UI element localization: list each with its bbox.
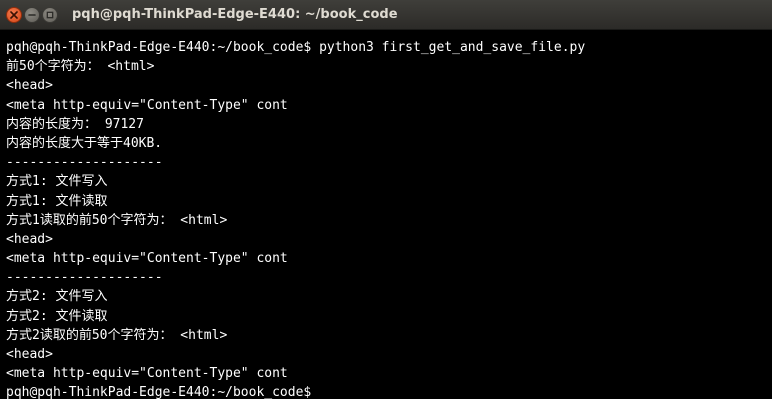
terminal-line: 方式2: 文件读取: [6, 308, 108, 324]
window-controls: [0, 6, 58, 23]
close-icon[interactable]: [6, 6, 22, 23]
window-title: pqh@pqh-ThinkPad-Edge-E440: ~/book_code: [72, 7, 398, 22]
terminal-line: <meta http-equiv="Content-Type" cont: [6, 251, 288, 267]
terminal-line: 方式1读取的前50个字符为： <html>: [6, 212, 228, 228]
terminal-line: 内容的长度为： 97127: [6, 116, 144, 132]
terminal-line: 方式1: 文件读取: [6, 193, 108, 209]
terminal-line: 前50个字符为： <html>: [6, 59, 155, 75]
terminal-line: <head>: [6, 231, 53, 247]
maximize-icon[interactable]: [42, 6, 58, 23]
terminal-line: 方式2读取的前50个字符为： <html>: [6, 327, 228, 343]
minimize-icon[interactable]: [24, 6, 40, 23]
terminal-line: pqh@pqh-ThinkPad-Edge-E440:~/book_code$ …: [6, 40, 586, 55]
terminal-line: 方式1: 文件写入: [6, 174, 108, 190]
terminal-line: pqh@pqh-ThinkPad-Edge-E440:~/book_code$: [6, 385, 312, 399]
terminal-output[interactable]: pqh@pqh-ThinkPad-Edge-E440:~/book_code$ …: [0, 30, 772, 399]
terminal-line: <head>: [6, 78, 53, 94]
terminal-line: <meta http-equiv="Content-Type" cont: [6, 366, 288, 382]
terminal-line: --------------------: [6, 270, 163, 286]
terminal-line: 方式2: 文件写入: [6, 289, 108, 305]
terminal-line: 内容的长度大于等于40KB.: [6, 135, 163, 151]
terminal-line: <head>: [6, 347, 53, 362]
terminal-window: pqh@pqh-ThinkPad-Edge-E440: ~/book_code …: [0, 0, 772, 399]
terminal-line: <meta http-equiv="Content-Type" cont: [6, 97, 288, 113]
terminal-line: --------------------: [6, 155, 163, 171]
title-bar[interactable]: pqh@pqh-ThinkPad-Edge-E440: ~/book_code: [0, 0, 772, 30]
